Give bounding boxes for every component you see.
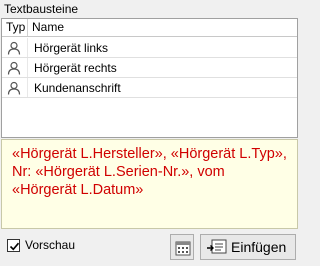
preview-checkbox-label[interactable]: Vorschau xyxy=(25,238,75,252)
placeholder-typ: «Hörgerät L.Typ» xyxy=(170,146,283,162)
checkmark-icon xyxy=(9,242,20,251)
insert-icon xyxy=(207,239,227,254)
calendar-button[interactable] xyxy=(170,234,194,260)
placeholder-serien-nr: «Hörgerät L.Serien-Nr.» xyxy=(35,164,190,180)
textbausteine-list[interactable]: Typ Name Hörgerät links Hörgerät rechts xyxy=(1,18,298,138)
preview-text-area[interactable]: «Hörgerät L.Hersteller», «Hörgerät L.Typ… xyxy=(1,139,298,229)
placeholder-hersteller: «Hörgerät L.Hersteller» xyxy=(12,146,163,162)
column-divider[interactable] xyxy=(27,19,28,36)
list-item[interactable]: Hörgerät links xyxy=(2,38,297,58)
list-item-label: Hörgerät links xyxy=(34,41,109,55)
placeholder-datum: «Hörgerät L.Datum» xyxy=(12,182,144,198)
list-item-label: Kundenanschrift xyxy=(34,81,121,95)
insert-button[interactable]: Einfügen xyxy=(200,234,296,260)
list-header: Typ Name xyxy=(2,19,297,37)
calendar-icon xyxy=(175,241,191,256)
list-item[interactable]: Kundenanschrift xyxy=(2,78,297,98)
column-header-typ[interactable]: Typ xyxy=(6,19,26,36)
panel-title: Textbausteine xyxy=(4,2,79,16)
insert-button-label: Einfügen xyxy=(231,239,287,255)
column-header-name[interactable]: Name xyxy=(32,19,64,36)
preview-checkbox[interactable] xyxy=(7,239,20,252)
preview-separator: , vom xyxy=(189,164,225,180)
list-item[interactable]: Hörgerät rechts xyxy=(2,58,297,78)
person-icon xyxy=(7,61,21,75)
list-item-label: Hörgerät rechts xyxy=(34,61,117,75)
person-icon xyxy=(7,41,21,55)
person-icon xyxy=(7,81,21,95)
preview-separator: , xyxy=(162,146,171,162)
footer-bar: Vorschau Einfügen xyxy=(0,230,300,266)
